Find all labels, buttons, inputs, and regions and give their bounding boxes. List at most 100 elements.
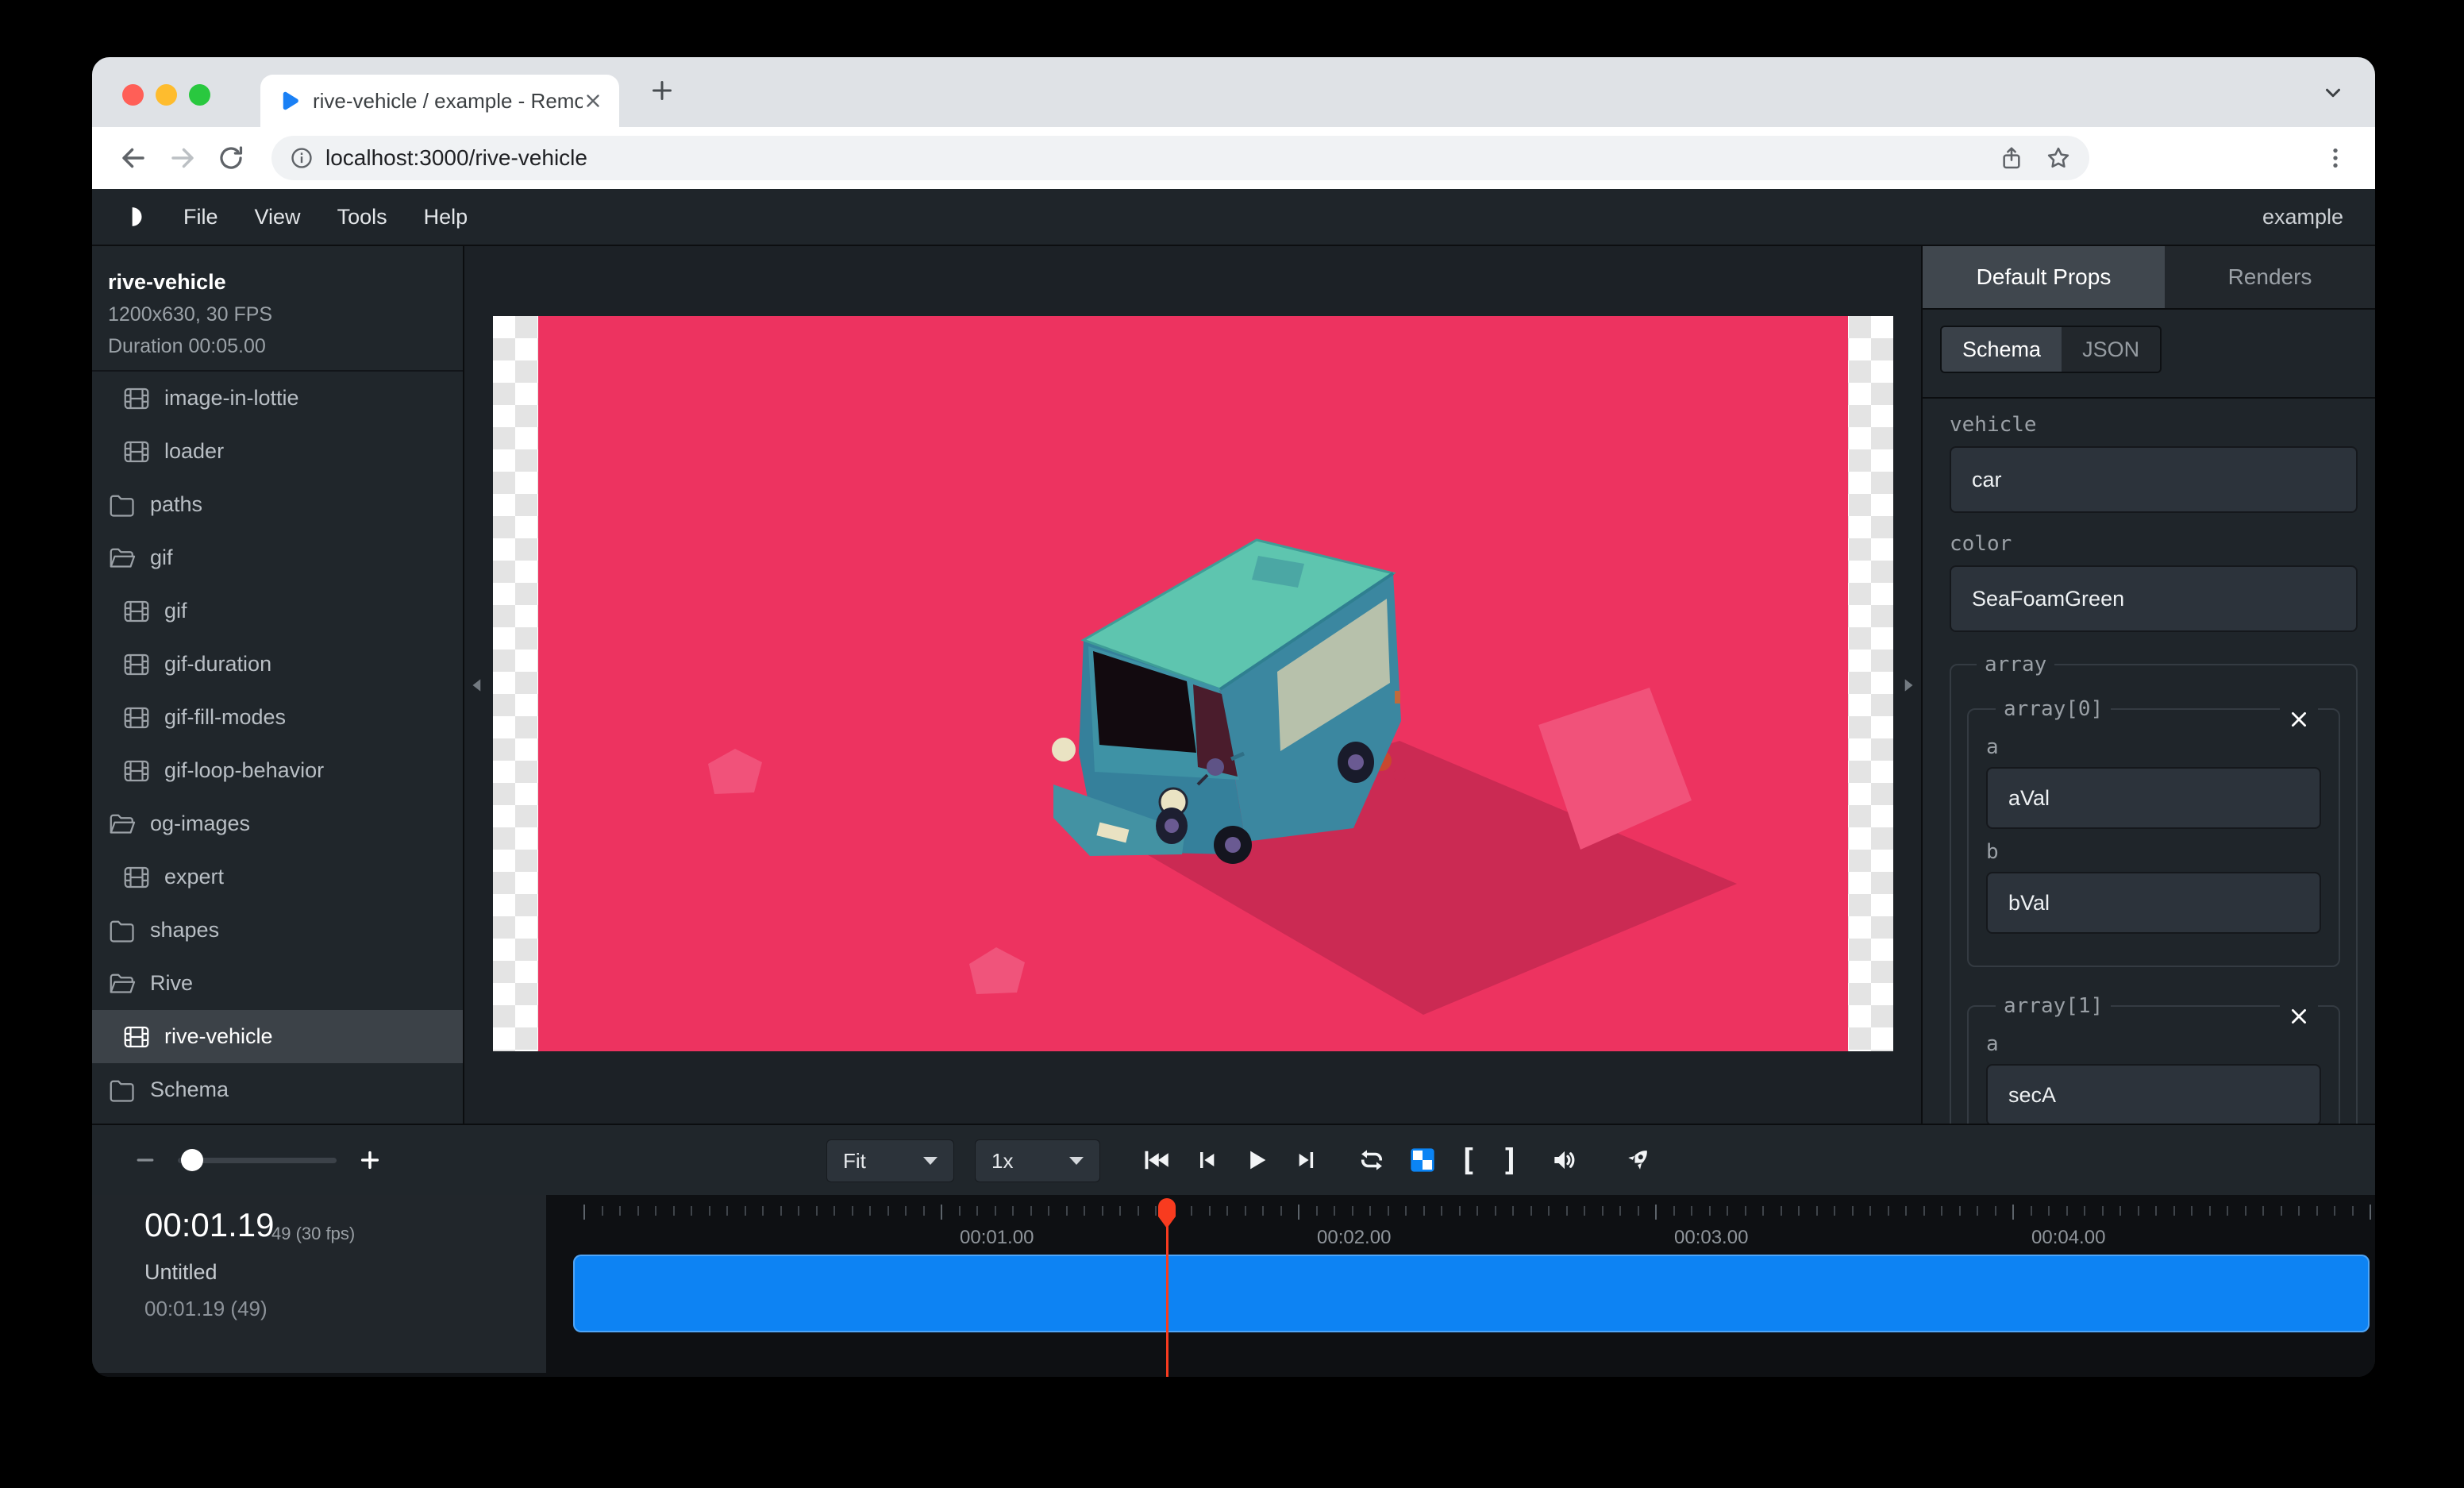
sidebar-item-gif-loop-behavior[interactable]: gif-loop-behavior: [92, 744, 463, 797]
remove-array-item-icon[interactable]: [2280, 704, 2318, 735]
composition-duration: Duration 00:05.00: [108, 335, 450, 358]
zoom-slider[interactable]: [178, 1158, 337, 1163]
play-icon[interactable]: [1243, 1147, 1270, 1174]
zoom-out-icon[interactable]: [133, 1148, 157, 1172]
browser-tab[interactable]: rive-vehicle / example - Remoti: [260, 75, 619, 127]
array-0-legend: array[0]: [1996, 697, 2111, 721]
share-icon[interactable]: [1999, 145, 2024, 171]
timeline: 00:01.19 49 (30 fps) Untitled 00:01.19 (…: [92, 1195, 2375, 1377]
sidebar-item-label: gif-duration: [164, 652, 271, 677]
array-1-a-input[interactable]: secA: [1986, 1064, 2321, 1124]
zoom-in-icon[interactable]: [357, 1147, 383, 1173]
sidebar-folder-gif[interactable]: gif: [92, 531, 463, 584]
in-point-icon[interactable]: [: [1459, 1143, 1477, 1178]
track-name[interactable]: Untitled: [144, 1260, 218, 1285]
jump-to-end-icon[interactable]: [1294, 1147, 1319, 1173]
playhead-line: [1166, 1225, 1168, 1377]
main-area: rive-vehicle 1200x630, 30 FPS Duration 0…: [92, 246, 2375, 1124]
tab-close-icon[interactable]: [583, 91, 603, 111]
field-label-a: a: [1986, 735, 2321, 759]
current-timecode: 00:01.19: [144, 1206, 275, 1244]
previous-frame-icon[interactable]: [1194, 1147, 1219, 1173]
sidebar-folder-schema[interactable]: Schema: [92, 1063, 463, 1116]
props-panel: Default Props Renders Schema JSON vehicl…: [1921, 246, 2375, 1124]
toggle-json[interactable]: JSON: [2062, 327, 2160, 372]
address-bar[interactable]: localhost:3000/rive-vehicle: [271, 136, 2089, 180]
tab-search-chevron-icon[interactable]: [2321, 81, 2345, 105]
vehicle-input[interactable]: car: [1950, 446, 2358, 513]
playback-rate-value: 1x: [991, 1149, 1013, 1174]
zoom-slider-knob[interactable]: [181, 1149, 203, 1171]
sidebar-folder-shapes[interactable]: shapes: [92, 904, 463, 957]
array-0-a-input[interactable]: aVal: [1986, 767, 2321, 829]
timeline-ruler[interactable]: 00:01.00 00:02.00 00:03.00 00:04.00: [556, 1195, 2375, 1251]
collapse-left-panel-icon[interactable]: [468, 675, 488, 696]
tab-default-props[interactable]: Default Props: [1923, 246, 2165, 308]
sidebar-item-label: gif: [164, 599, 187, 623]
ruler-label: 00:02.00: [1317, 1227, 1391, 1249]
rive-vehicle-animation: [538, 316, 1848, 1051]
array-item-1: array[1] a secA b: [1967, 994, 2340, 1124]
remotion-favicon-icon: [276, 89, 300, 113]
field-label-vehicle: vehicle: [1950, 413, 2358, 437]
collapse-right-panel-icon[interactable]: [1897, 675, 1918, 696]
fit-dropdown[interactable]: Fit: [826, 1139, 954, 1182]
transparency-checkerboard-icon[interactable]: [1410, 1147, 1435, 1173]
tab-renders[interactable]: Renders: [2165, 246, 2375, 308]
timeline-track-bar[interactable]: [573, 1255, 2370, 1332]
site-info-icon[interactable]: [289, 145, 314, 171]
sidebar-folder-paths[interactable]: paths: [92, 478, 463, 531]
sidebar-item-label: loader: [164, 439, 224, 464]
composition-canvas[interactable]: [493, 316, 1893, 1051]
sidebar-item-label: Schema: [150, 1077, 229, 1102]
jump-to-start-icon[interactable]: [1142, 1146, 1170, 1174]
sidebar-item-gif[interactable]: gif: [92, 584, 463, 638]
sidebar-item-expert[interactable]: expert: [92, 850, 463, 904]
new-tab-button[interactable]: [648, 76, 676, 105]
remotion-logo-icon[interactable]: [124, 205, 148, 229]
volume-icon[interactable]: [1550, 1145, 1580, 1175]
browser-menu-icon[interactable]: [2323, 145, 2348, 171]
sidebar-folder-rive[interactable]: Rive: [92, 957, 463, 1010]
playhead-marker[interactable]: [1157, 1197, 1177, 1230]
zoom-window-button[interactable]: [189, 84, 210, 106]
sidebar-folder-og-images[interactable]: og-images: [92, 797, 463, 850]
reload-icon[interactable]: [218, 145, 244, 172]
back-icon[interactable]: [119, 144, 148, 172]
sidebar-item-loader[interactable]: loader: [92, 425, 463, 478]
array-1-legend: array[1]: [1996, 994, 2111, 1018]
menu-tools[interactable]: Tools: [319, 205, 406, 229]
array-fieldset: array array[0] a aVal b bVal: [1950, 653, 2358, 1124]
loop-icon[interactable]: [1357, 1146, 1386, 1174]
bookmark-star-icon[interactable]: [2045, 145, 2072, 172]
sidebar-item-gif-duration[interactable]: gif-duration: [92, 638, 463, 691]
playback-rate-dropdown[interactable]: 1x: [975, 1139, 1100, 1182]
sidebar-item-rive-vehicle[interactable]: rive-vehicle: [92, 1010, 463, 1063]
out-point-icon[interactable]: ]: [1501, 1143, 1519, 1178]
film-icon: [122, 1023, 151, 1051]
folder-icon: [108, 491, 137, 519]
menu-file[interactable]: File: [165, 205, 237, 229]
timeline-track-area: 00:01.00 00:02.00 00:03.00 00:04.00: [556, 1195, 2375, 1377]
close-window-button[interactable]: [122, 84, 144, 106]
array-0-b-input[interactable]: bVal: [1986, 872, 2321, 934]
sidebar-item-gif-fill-modes[interactable]: gif-fill-modes: [92, 691, 463, 744]
menu-view[interactable]: View: [237, 205, 319, 229]
sidebar-item-image-in-lottie[interactable]: image-in-lottie: [92, 372, 463, 425]
forward-icon[interactable]: [168, 144, 197, 172]
field-label-color: color: [1950, 532, 2358, 556]
render-rocket-icon[interactable]: [1623, 1145, 1653, 1175]
props-panel-tabs: Default Props Renders: [1923, 246, 2375, 310]
project-name-label: example: [2262, 205, 2343, 229]
folder-icon: [108, 916, 137, 945]
menu-help[interactable]: Help: [406, 205, 487, 229]
sidebar-item-label: Rive: [150, 971, 193, 996]
folder-icon: [108, 1076, 137, 1104]
remove-array-item-icon[interactable]: [2280, 1000, 2318, 1032]
minimize-window-button[interactable]: [156, 84, 177, 106]
toggle-schema[interactable]: Schema: [1942, 327, 2062, 372]
film-icon: [122, 757, 151, 785]
color-input[interactable]: SeaFoamGreen: [1950, 565, 2358, 632]
fit-dropdown-value: Fit: [843, 1149, 866, 1174]
url-text[interactable]: localhost:3000/rive-vehicle: [325, 145, 1999, 171]
